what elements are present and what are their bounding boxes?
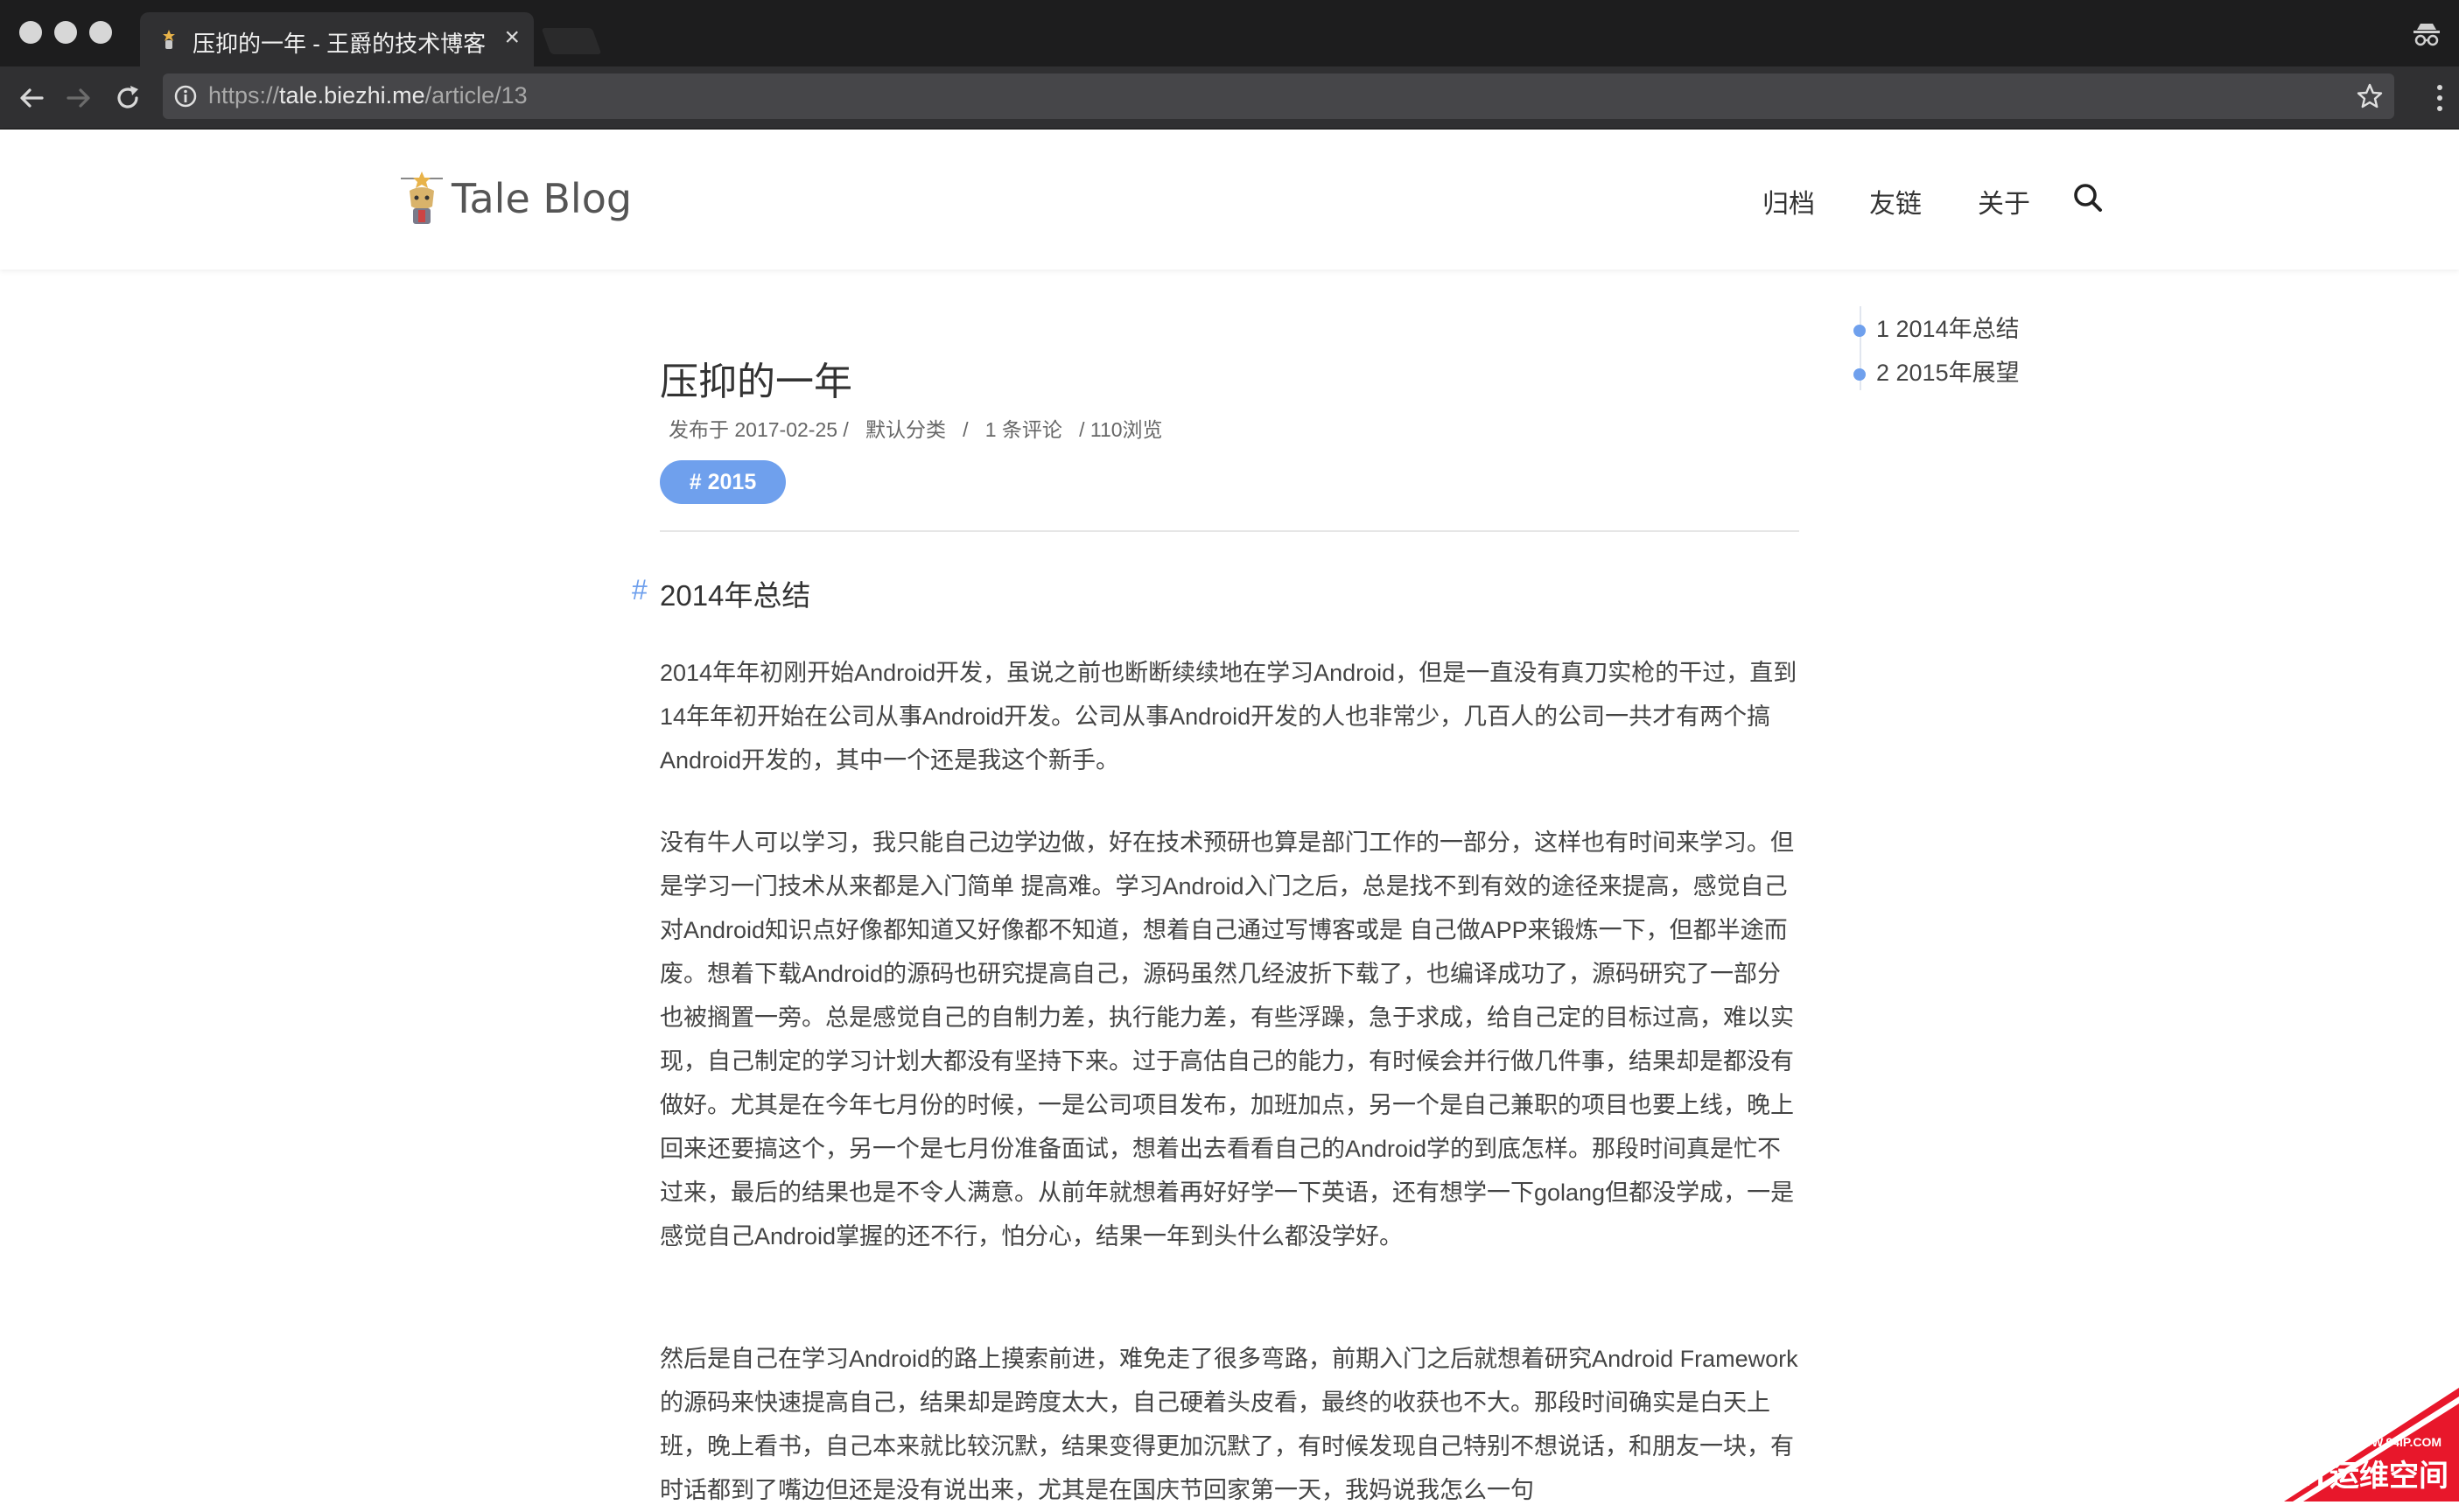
toc-item-label: 1 2014年总结 — [1876, 316, 2020, 342]
nav-about[interactable]: 关于 — [1978, 182, 2030, 220]
favicon-icon — [158, 28, 180, 51]
window-minimize-dot[interactable] — [54, 21, 77, 44]
browser-toolbar: https://tale.biezhi.me/article/13 — [0, 66, 2459, 130]
heading-anchor-icon[interactable]: # — [632, 574, 648, 606]
logo-icon[interactable] — [397, 172, 446, 226]
site-header: Tale Blog 归档 友链 关于 — [0, 130, 2459, 270]
tab-title: 压抑的一年 - 王爵的技术博客 — [193, 26, 486, 59]
browser-tab-active[interactable]: 压抑的一年 - 王爵的技术博客 × — [140, 12, 534, 66]
back-arrow-icon[interactable] — [16, 82, 47, 114]
toc-bullet — [1853, 368, 1866, 381]
nav-links[interactable]: 友链 — [1869, 182, 1922, 220]
reload-icon[interactable] — [112, 82, 144, 114]
window-close-dot[interactable] — [19, 21, 42, 44]
toc-item-label: 2 2015年展望 — [1876, 360, 2020, 386]
info-icon[interactable] — [173, 84, 198, 108]
article-paragraph: 2014年年初刚开始Android开发，虽说之前也断断续续地在学习Android… — [660, 651, 1799, 782]
watermark-brand: IT运维空间 — [2303, 1452, 2448, 1494]
bookmark-star-icon[interactable] — [2356, 82, 2384, 110]
nav-archive[interactable]: 归档 — [1762, 182, 1815, 220]
url-host: tale.biezhi.me — [279, 82, 425, 108]
toc-item[interactable]: 1 2014年总结 — [1853, 310, 2020, 344]
section-heading: 2014年总结 — [660, 572, 810, 614]
browser-menu-icon[interactable] — [2434, 82, 2445, 114]
post-meta: 发布于 2017-02-25 / 默认分类 / 1 条评论 / 110浏览 — [669, 413, 1163, 443]
post-title: 压抑的一年 — [660, 350, 852, 406]
new-tab-button[interactable] — [542, 28, 602, 54]
article-paragraph: 没有牛人可以学习，我只能自己边学边做，好在技术预研也算是部门工作的一部分，这样也… — [660, 821, 1799, 1258]
address-bar[interactable]: https://tale.biezhi.me/article/13 — [163, 74, 2394, 119]
url-scheme: https:// — [208, 82, 279, 108]
window-zoom-dot[interactable] — [89, 21, 112, 44]
incognito-icon — [2412, 21, 2441, 47]
article-paragraph: 然后是自己在学习Android的路上摸索前进，难免走了很多弯路，前期入门之后就想… — [660, 1337, 1799, 1512]
site-logo-text[interactable]: Tale Blog — [452, 175, 632, 222]
toc-bullet — [1853, 325, 1866, 337]
url-text[interactable]: https://tale.biezhi.me/article/13 — [208, 82, 528, 109]
toc-item[interactable]: 2 2015年展望 — [1853, 354, 2020, 388]
search-icon[interactable] — [2072, 182, 2104, 214]
forward-arrow-icon[interactable] — [63, 82, 95, 114]
title-divider — [660, 530, 1799, 532]
url-path: /article/13 — [425, 82, 528, 108]
browser-titlebar: 压抑的一年 - 王爵的技术博客 × — [0, 0, 2459, 66]
tag-badge[interactable]: # 2015 — [660, 460, 786, 504]
tab-close-icon[interactable]: × — [504, 24, 520, 51]
watermark-url: WWW.94IP.COM — [2349, 1435, 2441, 1449]
